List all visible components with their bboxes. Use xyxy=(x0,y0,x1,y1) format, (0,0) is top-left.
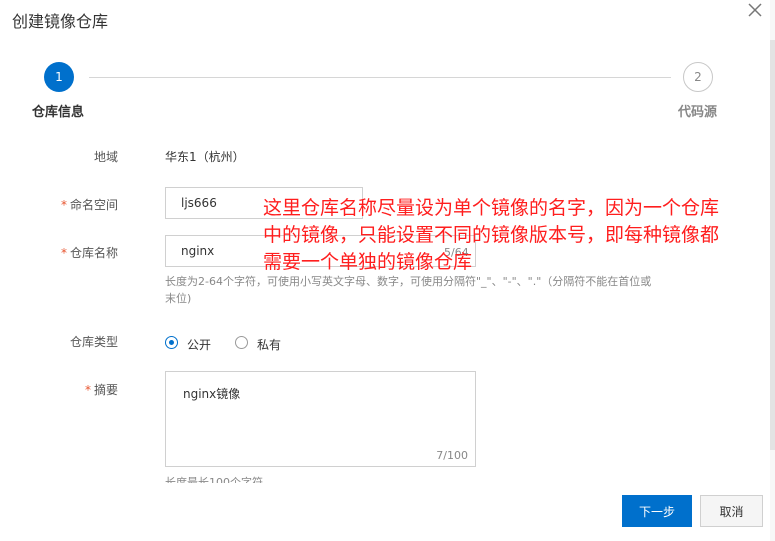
annotation-line3: 需要一个单独的镜像仓库 xyxy=(263,251,473,273)
repo-name-label: * 仓库名称 xyxy=(0,244,118,261)
summary-counter: 7/100 xyxy=(436,449,468,462)
summary-hint: 长度最长100个字符 xyxy=(165,476,263,483)
dialog-title: 创建镜像仓库 xyxy=(12,12,109,31)
annotation-line1: 这里仓库名称尽量设为单个镜像的名字，因为一个仓库 xyxy=(263,197,720,219)
step-2-label: 代码源 xyxy=(678,105,718,120)
repo-name-hint-line2: 末位) xyxy=(165,292,192,305)
repo-type-private-label[interactable]: 私有 xyxy=(257,336,281,353)
step-2-indicator: 2 xyxy=(683,62,713,92)
region-value: 华东1（杭州） xyxy=(165,150,245,164)
namespace-label: * 命名空间 xyxy=(0,196,118,213)
summary-textarea[interactable]: nginx镜像 7/100 xyxy=(165,371,476,467)
required-mark: * xyxy=(60,198,67,212)
namespace-label-text: 命名空间 xyxy=(69,198,118,212)
region-label: 地域 xyxy=(93,150,118,164)
annotation-note: 这里仓库名称尽量设为单个镜像的名字，因为一个仓库 中的镜像，只能设置不同的镜像版… xyxy=(263,195,773,276)
summary-label-text: 摘要 xyxy=(93,383,118,397)
repo-name-hint: 长度为2-64个字符，可使用小写英文字母、数字，可使用分隔符"_"、"-"、".… xyxy=(165,273,725,307)
step-progress-line xyxy=(89,77,671,78)
repo-type-label: 仓库类型 xyxy=(69,335,118,349)
repo-name-value: nginx xyxy=(181,244,215,258)
repo-type-private-radio[interactable] xyxy=(235,336,248,349)
annotation-line2: 中的镜像，只能设置不同的镜像版本号，即每种镜像都 xyxy=(263,224,720,246)
required-mark: * xyxy=(60,246,67,260)
repo-type-public-label[interactable]: 公开 xyxy=(187,336,211,353)
step-1-indicator: 1 xyxy=(44,62,74,92)
step-1-label: 仓库信息 xyxy=(32,105,85,120)
repo-name-label-text: 仓库名称 xyxy=(69,246,118,260)
repo-type-public-radio[interactable] xyxy=(165,336,178,349)
summary-value: nginx镜像 xyxy=(183,387,241,401)
namespace-value: ljs666 xyxy=(181,196,217,210)
next-step-button[interactable]: 下一步 xyxy=(622,495,692,527)
close-icon[interactable] xyxy=(745,0,767,22)
cancel-button[interactable]: 取消 xyxy=(700,495,763,527)
summary-label: * 摘要 xyxy=(0,381,118,398)
required-mark: * xyxy=(84,383,91,397)
